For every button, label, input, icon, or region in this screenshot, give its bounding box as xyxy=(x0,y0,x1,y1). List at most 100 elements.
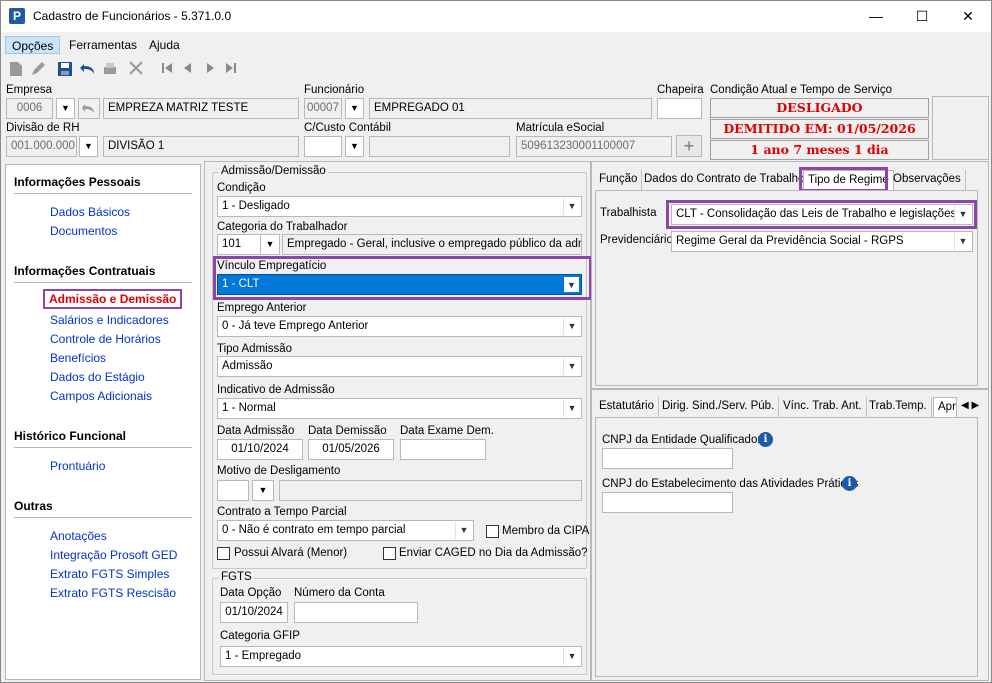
previdenciario-select[interactable]: Regime Geral da Previdência Social - RGP… xyxy=(671,231,973,252)
vinculo-value: 1 - CLT xyxy=(222,278,260,290)
sidebar-section-title: Histórico Funcional xyxy=(14,429,127,443)
add-plus-icon[interactable]: + xyxy=(676,135,702,157)
undo-icon[interactable] xyxy=(79,61,97,79)
sidebar-item-dados-estagio[interactable]: Dados do Estágio xyxy=(50,370,145,384)
sidebar-item-prontuario[interactable]: Prontuário xyxy=(50,459,105,473)
categoria-gfip-select[interactable]: 1 - Empregado ▼ xyxy=(220,646,582,667)
minimize-button[interactable]: — xyxy=(853,1,899,32)
data-admissao-label: Data Admissão xyxy=(217,425,295,437)
vinculo-select[interactable]: 1 - CLT ▼ xyxy=(217,274,582,295)
membro-cipa-label: Membro da CIPA xyxy=(502,525,590,537)
trabalhista-label: Trabalhista xyxy=(600,207,657,219)
ccusto-code-field[interactable] xyxy=(304,136,342,157)
motivo-dropdown-button[interactable]: ▼ xyxy=(252,480,274,501)
delete-icon[interactable] xyxy=(127,61,145,79)
enviar-caged-checkbox[interactable] xyxy=(383,547,396,560)
close-button[interactable]: ✕ xyxy=(945,1,991,32)
indicativo-select[interactable]: 1 - Normal ▼ xyxy=(217,398,582,419)
sidebar-item-extrato-fgts-simples[interactable]: Extrato FGTS Simples xyxy=(50,567,169,581)
chevron-down-icon: ▼ xyxy=(455,522,472,539)
empresa-code-field[interactable]: 0006 xyxy=(6,98,53,119)
data-opcao-field[interactable]: 01/10/2024 xyxy=(220,602,288,623)
last-record-icon[interactable] xyxy=(222,61,240,79)
tab-apr[interactable]: Apr xyxy=(933,397,957,417)
print-icon[interactable] xyxy=(101,61,119,79)
sidebar-item-campos-adicionais[interactable]: Campos Adicionais xyxy=(50,389,152,403)
sidebar-item-extrato-fgts-rescisao[interactable]: Extrato FGTS Rescisão xyxy=(50,586,176,600)
enviar-caged-label: Enviar CAGED no Dia da Admissão? xyxy=(399,547,588,559)
cnpj-estab-label: CNPJ do Estabelecimento das Atividades P… xyxy=(602,478,859,490)
regime-tabs: Função Dados do Contrato de Trabalho Tip… xyxy=(595,170,987,190)
membro-cipa-checkbox[interactable] xyxy=(486,525,499,538)
condicao-atual-label: Condição Atual e Tempo de Serviço xyxy=(710,84,892,96)
sidebar-item-integracao-ged[interactable]: Integração Prosoft GED xyxy=(50,548,177,562)
tab-trab-temp[interactable]: Trab.Temp. xyxy=(865,397,932,417)
menu-ajuda[interactable]: Ajuda xyxy=(143,36,186,54)
admissao-panel: Admissão/Demissão Condição 1 - Desligado… xyxy=(204,161,592,681)
contrato-parcial-select[interactable]: 0 - Não é contrato em tempo parcial ▼ xyxy=(217,520,474,541)
sidebar-item-admissao-demissao[interactable]: Admissão e Demissão xyxy=(43,289,183,309)
previdenciario-value: Regime Geral da Previdência Social - RGP… xyxy=(676,235,904,247)
info-icon[interactable]: i xyxy=(842,476,857,491)
vinculo-label: Vínculo Empregatício xyxy=(217,260,327,272)
tab-scroll-arrows[interactable]: ◀ ▶ xyxy=(957,397,983,417)
first-record-icon[interactable] xyxy=(158,61,176,79)
tab-observacoes[interactable]: Observações xyxy=(889,170,966,190)
sidebar-item-beneficios[interactable]: Benefícios xyxy=(50,351,106,365)
numero-conta-field[interactable] xyxy=(294,602,418,623)
tempo-servico-badge: 1 ano 7 meses 1 dia xyxy=(710,140,929,160)
sidebar-item-dados-basicos[interactable]: Dados Básicos xyxy=(50,205,130,219)
categoria-code-field[interactable]: 101 xyxy=(217,234,261,255)
categoria-dropdown-button[interactable]: ▼ xyxy=(260,234,280,255)
tab-funcao[interactable]: Função xyxy=(595,170,643,190)
info-icon[interactable]: i xyxy=(758,432,773,447)
cnpj-entidade-field[interactable] xyxy=(602,448,733,469)
tab-estatutario[interactable]: Estatutário xyxy=(595,397,659,417)
ccusto-dropdown-button[interactable]: ▼ xyxy=(345,136,364,157)
chapeira-field[interactable] xyxy=(657,98,702,119)
categoria-gfip-label: Categoria GFIP xyxy=(220,630,300,642)
contrato-parcial-value: 0 - Não é contrato em tempo parcial xyxy=(222,524,406,536)
possui-alvara-checkbox[interactable] xyxy=(217,547,230,560)
condicao-select[interactable]: 1 - Desligado ▼ xyxy=(217,196,582,217)
refresh-icon[interactable] xyxy=(78,98,100,119)
cnpj-estab-field[interactable] xyxy=(602,492,733,513)
save-icon[interactable] xyxy=(56,61,74,79)
emprego-anterior-select[interactable]: 0 - Já teve Emprego Anterior ▼ xyxy=(217,316,582,337)
data-demissao-field[interactable]: 01/05/2026 xyxy=(308,439,394,460)
motivo-desc-field xyxy=(279,480,582,501)
matricula-field[interactable]: 509613230001100007 xyxy=(516,136,672,157)
data-opcao-label: Data Opção xyxy=(220,587,282,599)
contrato-parcial-label: Contrato a Tempo Parcial xyxy=(217,506,347,518)
motivo-label: Motivo de Desligamento xyxy=(217,465,341,477)
regime-panel: Função Dados do Contrato de Trabalho Tip… xyxy=(591,161,989,389)
divisao-dropdown-button[interactable]: ▼ xyxy=(79,136,98,157)
tab-dirig-sind[interactable]: Dirig. Sind./Serv. Púb. xyxy=(658,397,780,417)
categoria-label: Categoria do Trabalhador xyxy=(217,221,348,233)
trabalhista-select[interactable]: CLT - Consolidação das Leis de Trabalho … xyxy=(671,204,973,225)
funcionario-code-field[interactable]: 00007 xyxy=(304,98,342,119)
sidebar-item-anotacoes[interactable]: Anotações xyxy=(50,529,107,543)
data-admissao-field[interactable]: 01/10/2024 xyxy=(217,439,303,460)
menu-ferramentas[interactable]: Ferramentas xyxy=(63,36,143,54)
empresa-dropdown-button[interactable]: ▼ xyxy=(56,98,75,119)
divisao-code-field[interactable]: 001.000.000 xyxy=(6,136,77,157)
new-document-icon[interactable] xyxy=(7,61,25,79)
motivo-code-field[interactable] xyxy=(217,480,249,501)
sidebar-item-salarios[interactable]: Salários e Indicadores xyxy=(50,313,169,327)
cnpj-entidade-label: CNPJ da Entidade Qualificadora xyxy=(602,434,768,446)
chevron-down-icon: ▼ xyxy=(563,318,580,335)
tab-dados-contrato[interactable]: Dados do Contrato de Trabalho xyxy=(640,170,810,190)
tipo-admissao-select[interactable]: Admissão ▼ xyxy=(217,356,582,377)
next-record-icon[interactable] xyxy=(201,61,219,79)
photo-box[interactable] xyxy=(932,96,989,160)
menu-opcoes[interactable]: Opções xyxy=(5,36,61,54)
tab-vinc-trab-ant[interactable]: Vínc. Trab. Ant. xyxy=(779,397,867,417)
maximize-button[interactable]: ☐ xyxy=(899,1,945,32)
edit-icon[interactable] xyxy=(29,61,47,79)
data-exame-field[interactable] xyxy=(400,439,486,460)
previous-record-icon[interactable] xyxy=(179,61,197,79)
funcionario-dropdown-button[interactable]: ▼ xyxy=(345,98,364,119)
sidebar-item-documentos[interactable]: Documentos xyxy=(50,224,117,238)
sidebar-item-controle-horarios[interactable]: Controle de Horários xyxy=(50,332,161,346)
